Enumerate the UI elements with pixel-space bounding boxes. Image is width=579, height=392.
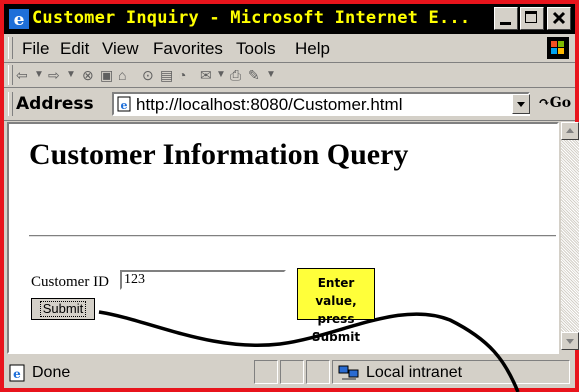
window-title: Customer Inquiry - Microsoft Internet E.…: [32, 8, 471, 28]
callout-line-2: press Submit: [311, 312, 361, 344]
page-title: Customer Information Query: [29, 138, 409, 171]
close-button[interactable]: [547, 7, 571, 30]
page-icon: e: [117, 96, 131, 112]
status-panel-1: [254, 360, 278, 384]
standard-toolbar: ⇦ ▼ ⇨ ▼ ⊗ ▣ ⌂ ⊙ ▤ ◔ ✉ ▼ ⎙ ✎ ▼: [4, 63, 575, 88]
go-arrow-icon: ↷: [538, 95, 550, 111]
local-intranet-icon: [338, 365, 359, 380]
menu-edit[interactable]: Edit: [60, 39, 89, 59]
forward-dropdown-icon[interactable]: ▼: [66, 66, 76, 84]
history-icon[interactable]: ◔: [178, 66, 186, 84]
print-icon[interactable]: ⎙: [230, 66, 241, 84]
internet-explorer-icon: e: [9, 9, 29, 30]
address-dropdown-button[interactable]: [512, 94, 530, 114]
instruction-callout: Enter value, press Submit: [297, 268, 375, 344]
page-content: Customer Information Query Customer ID 1…: [7, 122, 559, 354]
maximize-icon: [525, 11, 537, 23]
close-icon: [552, 11, 566, 25]
toolbar-grip[interactable]: [8, 65, 13, 85]
mail-icon[interactable]: ✉: [200, 66, 212, 84]
browser-window: e Customer Inquiry - Microsoft Internet …: [0, 0, 579, 392]
edit-icon[interactable]: ✎: [248, 66, 260, 84]
refresh-icon[interactable]: ▣: [100, 66, 113, 84]
maximize-button[interactable]: [520, 7, 544, 30]
status-text: Done: [32, 364, 71, 381]
menu-help[interactable]: Help: [295, 39, 330, 59]
windows-logo-icon: [547, 37, 569, 59]
menu-tools[interactable]: Tools: [236, 39, 276, 59]
address-grip[interactable]: [8, 92, 13, 116]
menu-grip[interactable]: [8, 37, 13, 59]
mail-dropdown-icon[interactable]: ▼: [216, 66, 226, 84]
page-done-icon: e: [9, 364, 25, 382]
edit-dropdown-icon[interactable]: ▼: [266, 66, 276, 84]
status-panel-2: [280, 360, 304, 384]
scroll-up-icon: [566, 128, 574, 133]
submit-label: Submit: [39, 301, 87, 317]
minimize-icon: [500, 22, 511, 25]
home-icon[interactable]: ⌂: [118, 66, 126, 84]
horizontal-rule: [29, 235, 556, 237]
menu-view[interactable]: View: [102, 39, 139, 59]
status-panel-3: [306, 360, 330, 384]
chevron-down-icon: [517, 102, 525, 107]
minimize-button[interactable]: [494, 7, 518, 30]
callout-line-1: Enter value,: [315, 276, 357, 308]
forward-icon[interactable]: ⇨: [48, 66, 60, 84]
menu-bar: File Edit View Favorites Tools Help: [4, 34, 575, 63]
submit-button[interactable]: Submit: [31, 298, 95, 320]
customer-id-input[interactable]: 123: [120, 270, 286, 290]
vertical-scrollbar[interactable]: [561, 122, 579, 350]
status-bar: e Done Local intranet: [4, 356, 575, 388]
menu-file[interactable]: File: [22, 39, 49, 59]
scroll-down-button[interactable]: [561, 332, 579, 350]
back-dropdown-icon[interactable]: ▼: [34, 66, 44, 84]
stop-icon[interactable]: ⊗: [82, 66, 94, 84]
go-label: Go: [549, 95, 572, 111]
zone-text: Local intranet: [366, 364, 463, 381]
search-icon[interactable]: ⊙: [142, 66, 154, 84]
title-bar[interactable]: e Customer Inquiry - Microsoft Internet …: [4, 4, 575, 34]
go-button[interactable]: ↷Go: [538, 95, 571, 111]
svg-text:e: e: [13, 367, 21, 381]
favorites-icon[interactable]: ▤: [160, 66, 173, 84]
address-url: http://localhost:8080/Customer.html: [136, 95, 403, 114]
scroll-up-button[interactable]: [561, 122, 579, 140]
back-icon[interactable]: ⇦: [16, 66, 28, 84]
address-input[interactable]: e http://localhost:8080/Customer.html: [112, 92, 530, 116]
address-bar: Address e http://localhost:8080/Customer…: [4, 88, 575, 121]
address-label: Address: [16, 94, 94, 114]
menu-favorites[interactable]: Favorites: [153, 39, 223, 59]
svg-text:e: e: [121, 99, 128, 112]
scroll-down-icon: [566, 339, 574, 344]
svg-text:e: e: [14, 10, 25, 30]
customer-id-label: Customer ID: [31, 274, 109, 290]
